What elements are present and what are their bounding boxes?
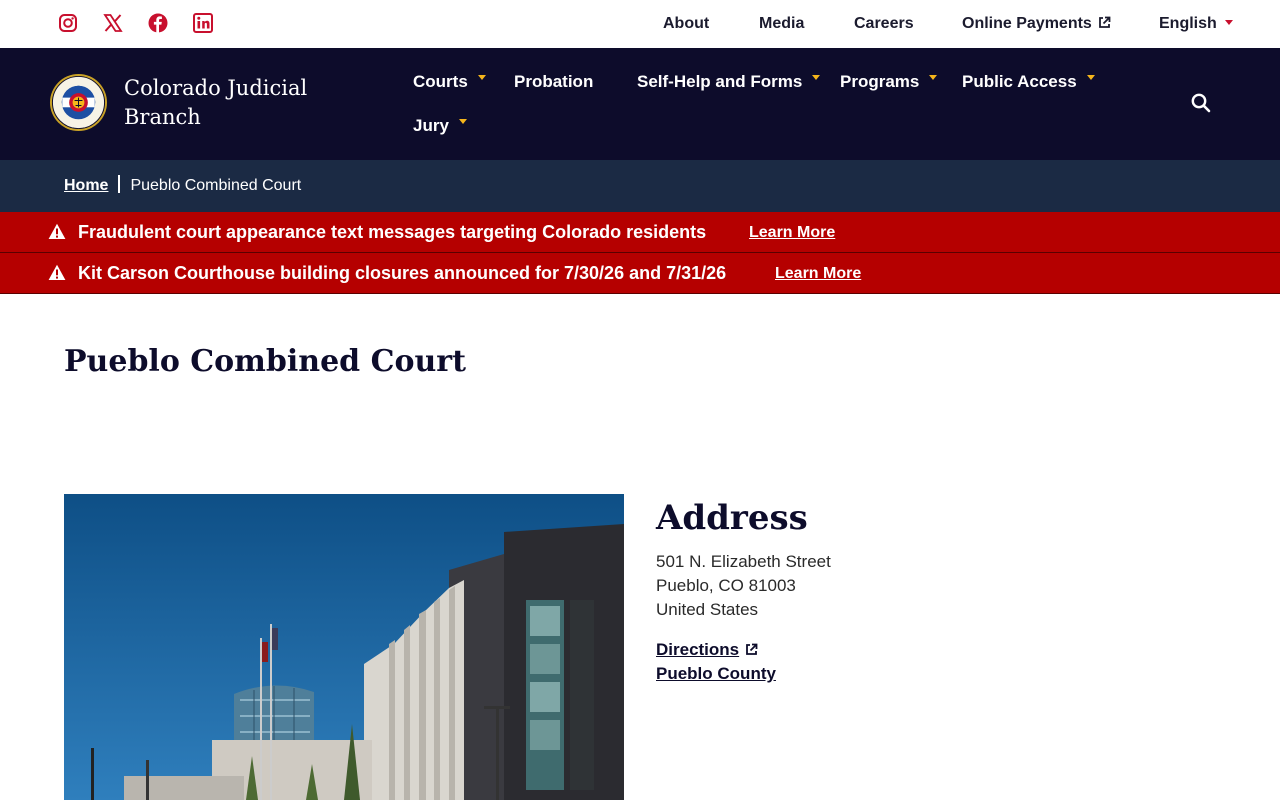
alert-learn-more-link[interactable]: Learn More: [749, 222, 835, 244]
linkedin-icon[interactable]: [193, 13, 213, 33]
nav-jury-label: Jury: [413, 116, 449, 135]
address-heading: Address: [656, 498, 808, 538]
main-navigation: Colorado Judicial Branch Courts Probatio…: [0, 48, 1280, 160]
courthouse-photo: [64, 494, 624, 800]
online-payments-label: Online Payments: [962, 15, 1092, 32]
about-link[interactable]: About: [663, 0, 709, 48]
x-icon[interactable]: [103, 13, 123, 33]
chevron-down-icon: [1224, 20, 1233, 25]
online-payments-link[interactable]: Online Payments: [962, 0, 1111, 48]
breadcrumb-current: Pueblo Combined Court: [130, 177, 302, 194]
breadcrumb-bar: Home Pueblo Combined Court: [0, 160, 1280, 212]
nav-courts-label: Courts: [413, 72, 468, 91]
careers-link[interactable]: Careers: [854, 0, 914, 48]
page-title: Pueblo Combined Court: [64, 344, 466, 379]
directions-label: Directions: [656, 640, 740, 659]
instagram-icon[interactable]: [58, 13, 78, 33]
directions-link[interactable]: Directions: [656, 638, 758, 662]
chevron-down-icon: [477, 75, 486, 80]
alert-message: Kit Carson Courthouse building closures …: [78, 263, 727, 283]
breadcrumb-separator: [118, 175, 121, 193]
search-icon[interactable]: [1190, 92, 1212, 114]
nav-probation-label: Probation: [514, 72, 594, 91]
address-country: United States: [656, 600, 759, 619]
chevron-down-icon: [458, 119, 467, 124]
facebook-icon[interactable]: [148, 13, 168, 33]
utility-bar: About Media Careers Online Payments Engl…: [0, 0, 1280, 48]
alert-banner: Kit Carson Courthouse building closures …: [0, 253, 1280, 294]
external-link-icon: [1098, 16, 1111, 28]
address-city: Pueblo, CO 81003: [656, 576, 796, 595]
language-selector[interactable]: English: [1159, 0, 1233, 48]
chevron-down-icon: [1086, 75, 1095, 80]
alert-message: Fraudulent court appearance text message…: [78, 222, 707, 242]
nav-courts[interactable]: Courts: [413, 71, 486, 93]
nav-self-help[interactable]: Self-Help and Forms: [637, 71, 821, 93]
county-link[interactable]: Pueblo County: [656, 662, 776, 686]
breadcrumb: Home Pueblo Combined Court: [64, 175, 301, 197]
brand-line-2: Branch: [124, 105, 201, 129]
language-label: English: [1159, 15, 1217, 32]
brand-line-1: Colorado Judicial: [124, 76, 308, 100]
nav-self-help-label: Self-Help and Forms: [637, 72, 803, 91]
media-link[interactable]: Media: [759, 0, 804, 48]
nav-public-access[interactable]: Public Access: [962, 71, 1095, 93]
warning-icon: [48, 264, 66, 280]
nav-programs-label: Programs: [840, 72, 920, 91]
warning-icon: [48, 223, 66, 239]
address-street: 501 N. Elizabeth Street: [656, 552, 831, 571]
nav-probation[interactable]: Probation: [514, 71, 593, 93]
chevron-down-icon: [929, 75, 938, 80]
site-brand-name[interactable]: Colorado Judicial Branch: [124, 74, 344, 132]
chevron-down-icon: [812, 75, 821, 80]
nav-public-access-label: Public Access: [962, 72, 1077, 91]
nav-jury[interactable]: Jury: [413, 115, 467, 137]
alert-banner: Fraudulent court appearance text message…: [0, 212, 1280, 253]
alert-learn-more-link[interactable]: Learn More: [775, 263, 861, 285]
external-link-icon: [746, 643, 758, 655]
nav-programs[interactable]: Programs: [840, 71, 938, 93]
breadcrumb-home-link[interactable]: Home: [64, 177, 108, 194]
colorado-courts-seal-logo[interactable]: [49, 73, 108, 132]
